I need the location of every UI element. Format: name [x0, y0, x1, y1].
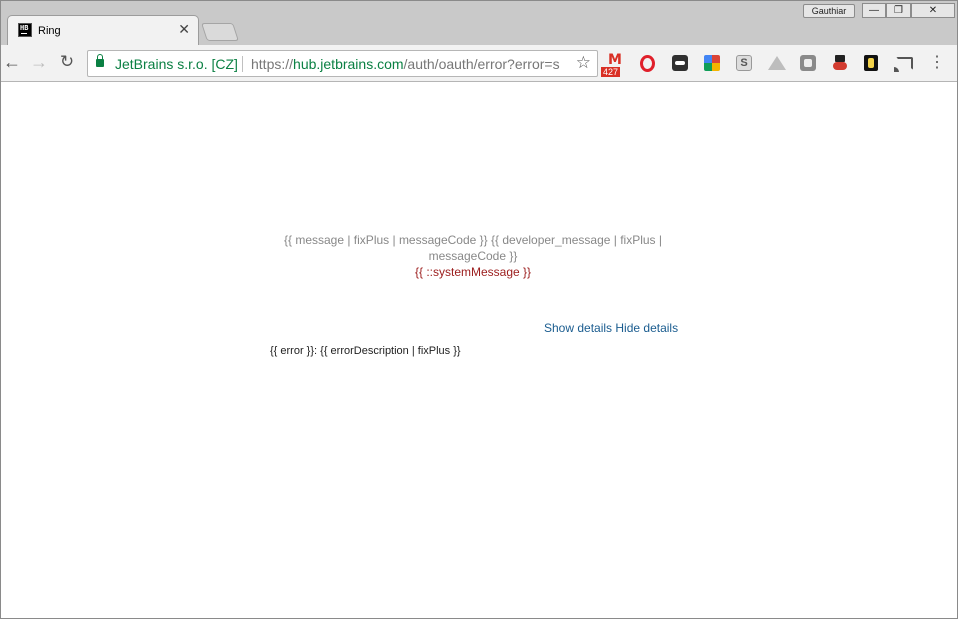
extension-icon[interactable] — [672, 55, 688, 71]
back-arrow-icon[interactable]: ← — [2, 53, 22, 73]
browser-menu-icon[interactable]: ⋮ — [929, 51, 945, 75]
reload-icon[interactable]: ↻ — [57, 53, 77, 73]
tab-title: Ring — [38, 25, 61, 37]
s-extension-icon[interactable]: S — [736, 55, 752, 71]
spy-hat-icon[interactable] — [832, 55, 848, 71]
maximize-button[interactable]: ❐ — [886, 3, 911, 18]
extension-icon[interactable] — [800, 55, 816, 71]
key-icon[interactable] — [864, 55, 878, 71]
google-drive-icon[interactable] — [768, 56, 786, 70]
bookmark-star-icon[interactable]: ☆ — [576, 53, 591, 73]
minimize-button[interactable]: — — [862, 3, 886, 18]
browser-window: HB Ring ✕ Gauthiar — ❐ ✕ ← → ↻ JetBrains… — [0, 0, 958, 619]
tab-close-icon[interactable]: ✕ — [178, 21, 190, 38]
lock-icon[interactable] — [96, 54, 104, 67]
jetbrains-hub-favicon-icon: HB — [18, 23, 32, 37]
gmail-icon[interactable]: M 427 — [601, 52, 629, 78]
profile-button[interactable]: Gauthiar — [803, 4, 855, 18]
color-picker-icon[interactable] — [704, 55, 720, 71]
url-path: /auth/oauth/error?error=s — [403, 56, 560, 72]
title-bar: HB Ring ✕ Gauthiar — ❐ ✕ — [1, 1, 957, 45]
system-message: {{ ::systemMessage }} — [414, 265, 532, 279]
error-message: {{ message | fixPlus | messageCode }} {{… — [283, 233, 663, 263]
url-scheme: https:// — [251, 56, 294, 72]
page-content: {{ message | fixPlus | messageCode }} {{… — [1, 83, 957, 616]
address-bar[interactable]: JetBrains s.r.o. [CZ] https://hub.jetbra… — [87, 50, 598, 77]
show-details-link[interactable]: Show details — [544, 321, 612, 335]
hide-details-link[interactable]: Hide details — [615, 321, 678, 335]
close-window-button[interactable]: ✕ — [911, 3, 955, 18]
cast-icon[interactable] — [894, 57, 913, 72]
forward-arrow-icon[interactable]: → — [29, 53, 49, 73]
url-text[interactable]: https://hub.jetbrains.com/auth/oauth/err… — [251, 56, 560, 72]
url-host: hub.jetbrains.com — [293, 56, 404, 72]
browser-toolbar: ← → ↻ JetBrains s.r.o. [CZ] https://hub.… — [1, 45, 957, 82]
address-divider — [242, 56, 243, 72]
opera-icon[interactable] — [640, 55, 655, 72]
gmail-unread-badge: 427 — [601, 67, 621, 77]
new-tab-button[interactable] — [201, 23, 239, 41]
tab-ring[interactable]: HB Ring ✕ — [7, 15, 199, 45]
error-description: {{ error }}: {{ errorDescription | fixPl… — [270, 345, 461, 357]
details-toggle: Show details Hide details — [544, 321, 678, 335]
gmail-m-glyph: M — [608, 52, 622, 68]
ssl-organization[interactable]: JetBrains s.r.o. [CZ] — [115, 56, 238, 72]
